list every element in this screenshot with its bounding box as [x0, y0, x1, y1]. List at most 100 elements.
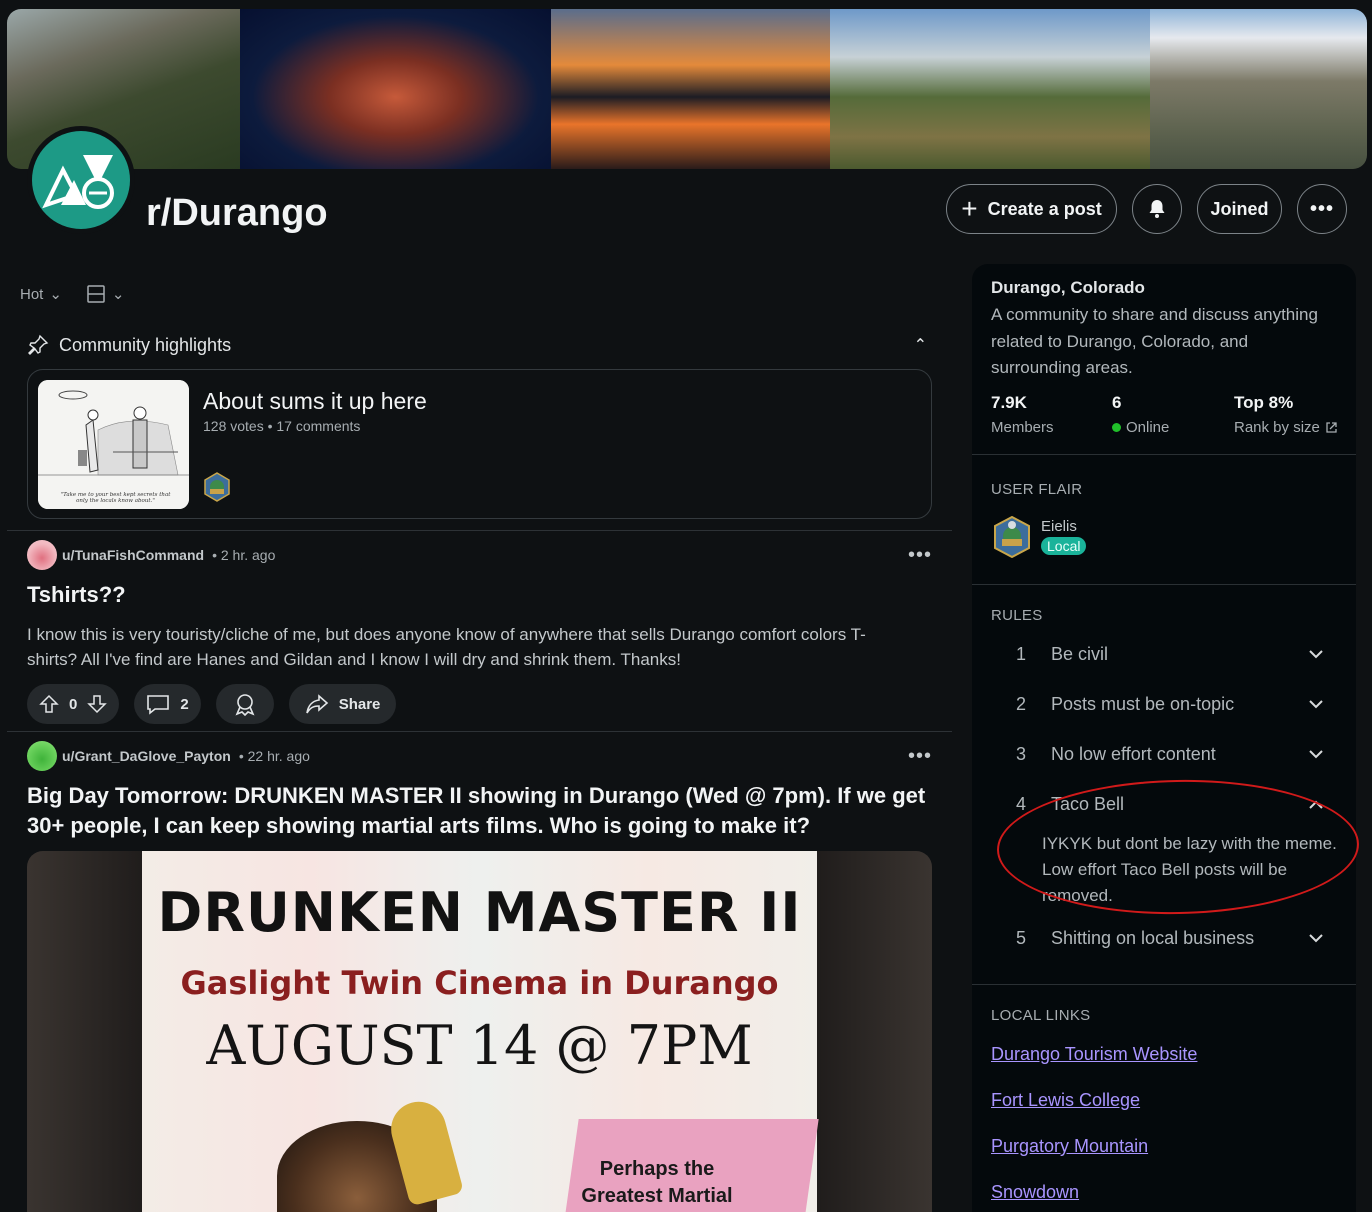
more-options-button[interactable]: •••	[1297, 184, 1347, 234]
post-time: • 22 hr. ago	[238, 748, 310, 764]
rule-item[interactable]: 5 Shitting on local business	[1016, 928, 1326, 949]
poster-date: AUGUST 14 @ 7PM	[206, 1014, 753, 1077]
poster-venue: Gaslight Twin Cinema in Durango	[180, 964, 779, 1002]
joined-button[interactable]: Joined	[1197, 184, 1282, 234]
downvote-icon[interactable]	[87, 694, 108, 714]
user-flair-heading: USER FLAIR	[991, 481, 1083, 498]
post-divider	[7, 731, 952, 732]
link-fort-lewis-college[interactable]: Fort Lewis College	[991, 1090, 1140, 1111]
share-icon	[305, 694, 328, 714]
user-flair[interactable]: Eielis Local	[993, 516, 1087, 558]
rule-item[interactable]: 1 Be civil	[1016, 644, 1326, 665]
community-highlights-header[interactable]: Community highlights ⌃	[27, 334, 927, 356]
user-avatar[interactable]	[27, 741, 57, 771]
flair-username: Eielis	[1041, 518, 1077, 535]
rank-stat[interactable]: Top 8% Rank by size	[1234, 393, 1338, 436]
post-options-icon[interactable]: •••	[908, 544, 932, 567]
banner-photo-valley-smoke	[830, 9, 1150, 169]
highlight-title[interactable]: About sums it up here	[203, 388, 427, 415]
vote-bar: 0	[27, 684, 120, 724]
highlight-meta: 128 votes • 17 comments	[203, 418, 361, 434]
create-post-label: Create a post	[987, 198, 1102, 219]
notification-bell-button[interactable]	[1132, 184, 1182, 234]
chevron-down-icon[interactable]	[1306, 745, 1326, 765]
chevron-down-icon: ⌄	[111, 286, 125, 303]
link-purgatory-mountain[interactable]: Purgatory Mountain	[991, 1136, 1148, 1157]
sidebar-divider	[972, 584, 1356, 585]
post-options-icon[interactable]: •••	[908, 745, 932, 768]
subreddit-name: r/Durango	[146, 192, 328, 234]
members-label: Members	[991, 419, 1054, 436]
chevron-down-icon[interactable]	[1306, 929, 1326, 949]
ellipsis-icon: •••	[1309, 197, 1334, 220]
award-icon	[235, 694, 255, 716]
members-stat: 7.9K Members	[991, 393, 1112, 436]
poster-quote: Perhaps the Greatest Martial	[581, 1158, 733, 1207]
cartoon-caption: "Take me to your best kept secrets that …	[60, 492, 171, 504]
community-badge-icon	[204, 472, 230, 502]
flair-avatar-icon	[994, 516, 1030, 558]
post-title[interactable]: Big Day Tomorrow: DRUNKEN MASTER II show…	[27, 781, 932, 841]
rank-label: Rank by size	[1234, 419, 1320, 436]
external-link-icon	[1326, 422, 1337, 433]
rank-value: Top 8%	[1234, 393, 1294, 412]
sidebar-divider	[972, 454, 1356, 455]
post-image[interactable]: DRUNKEN MASTER II Gaslight Twin Cinema i…	[27, 851, 932, 1212]
subreddit-avatar	[27, 126, 135, 234]
user-avatar[interactable]	[27, 540, 57, 570]
share-button[interactable]: Share	[288, 684, 397, 724]
rule-number: 2	[1016, 694, 1027, 714]
vote-count: 0	[69, 695, 78, 713]
post-author[interactable]: u/Grant_DaGlove_Payton	[62, 748, 231, 764]
rule-number: 1	[1016, 644, 1027, 664]
rule-text: Posts must be on-topic	[1051, 694, 1235, 714]
award-button[interactable]	[215, 684, 274, 724]
poster-movie-title: DRUNKEN MASTER II	[157, 881, 802, 944]
post-card[interactable]: u/Grant_DaGlove_Payton • 22 hr. ago ••• …	[27, 741, 932, 841]
chevron-down-icon: ⌄	[49, 286, 62, 303]
bell-icon	[1149, 200, 1165, 218]
members-count: 7.9K	[991, 393, 1027, 412]
chevron-down-icon[interactable]	[1306, 695, 1326, 715]
view-layout-dropdown[interactable]: ⌄	[86, 284, 125, 304]
rule-text: Shitting on local business	[1051, 928, 1255, 948]
post-author[interactable]: u/TunaFishCommand	[62, 547, 204, 563]
rule-number: 5	[1016, 928, 1027, 948]
banner-photo-town-aerial	[1150, 9, 1367, 169]
rule-text: No low effort content	[1051, 744, 1216, 764]
rule-item[interactable]: 2 Posts must be on-topic	[1016, 694, 1326, 715]
community-title: Durango, Colorado	[991, 278, 1145, 297]
sidebar-divider	[972, 984, 1356, 985]
chevron-down-icon[interactable]	[1306, 645, 1326, 665]
online-label: Online	[1126, 419, 1170, 436]
comment-count: 2	[180, 695, 189, 713]
share-label: Share	[338, 695, 381, 713]
mountain-train-logo-icon	[42, 155, 114, 209]
cartoon-image	[38, 380, 189, 509]
upvote-icon[interactable]	[39, 694, 59, 714]
comments-button[interactable]: 2	[134, 684, 201, 724]
plus-icon: +	[961, 193, 978, 224]
highlight-card[interactable]: "Take me to your best kept secrets that …	[27, 369, 932, 519]
post-title[interactable]: Tshirts??	[27, 580, 932, 610]
post-meta: u/Grant_DaGlove_Payton • 22 hr. ago	[27, 741, 932, 771]
online-dot-icon	[1112, 423, 1121, 432]
movie-poster: DRUNKEN MASTER II Gaslight Twin Cinema i…	[142, 851, 819, 1212]
sort-dropdown[interactable]: Hot ⌄	[20, 285, 62, 304]
online-count: 6	[1112, 393, 1122, 412]
chevron-up-icon[interactable]: ⌃	[914, 335, 927, 355]
rules-heading: RULES	[991, 607, 1043, 624]
banner-photo-hotel-night	[240, 9, 551, 169]
highlight-cartoon-thumbnail: "Take me to your best kept secrets that …	[38, 380, 189, 509]
link-durango-tourism[interactable]: Durango Tourism Website	[991, 1044, 1197, 1065]
post-time: • 2 hr. ago	[212, 547, 276, 563]
comment-icon	[147, 695, 170, 715]
link-snowdown[interactable]: Snowdown	[991, 1182, 1079, 1203]
rule-item[interactable]: 3 No low effort content	[1016, 744, 1326, 765]
layout-icon	[87, 285, 105, 303]
pin-icon	[28, 334, 49, 355]
community-description: A community to share and discuss anythin…	[991, 305, 1318, 377]
rule-text: Be civil	[1051, 644, 1109, 664]
post-card[interactable]: u/TunaFishCommand • 2 hr. ago ••• Tshirt…	[27, 540, 932, 724]
create-post-button[interactable]: + Create a post	[946, 184, 1117, 234]
